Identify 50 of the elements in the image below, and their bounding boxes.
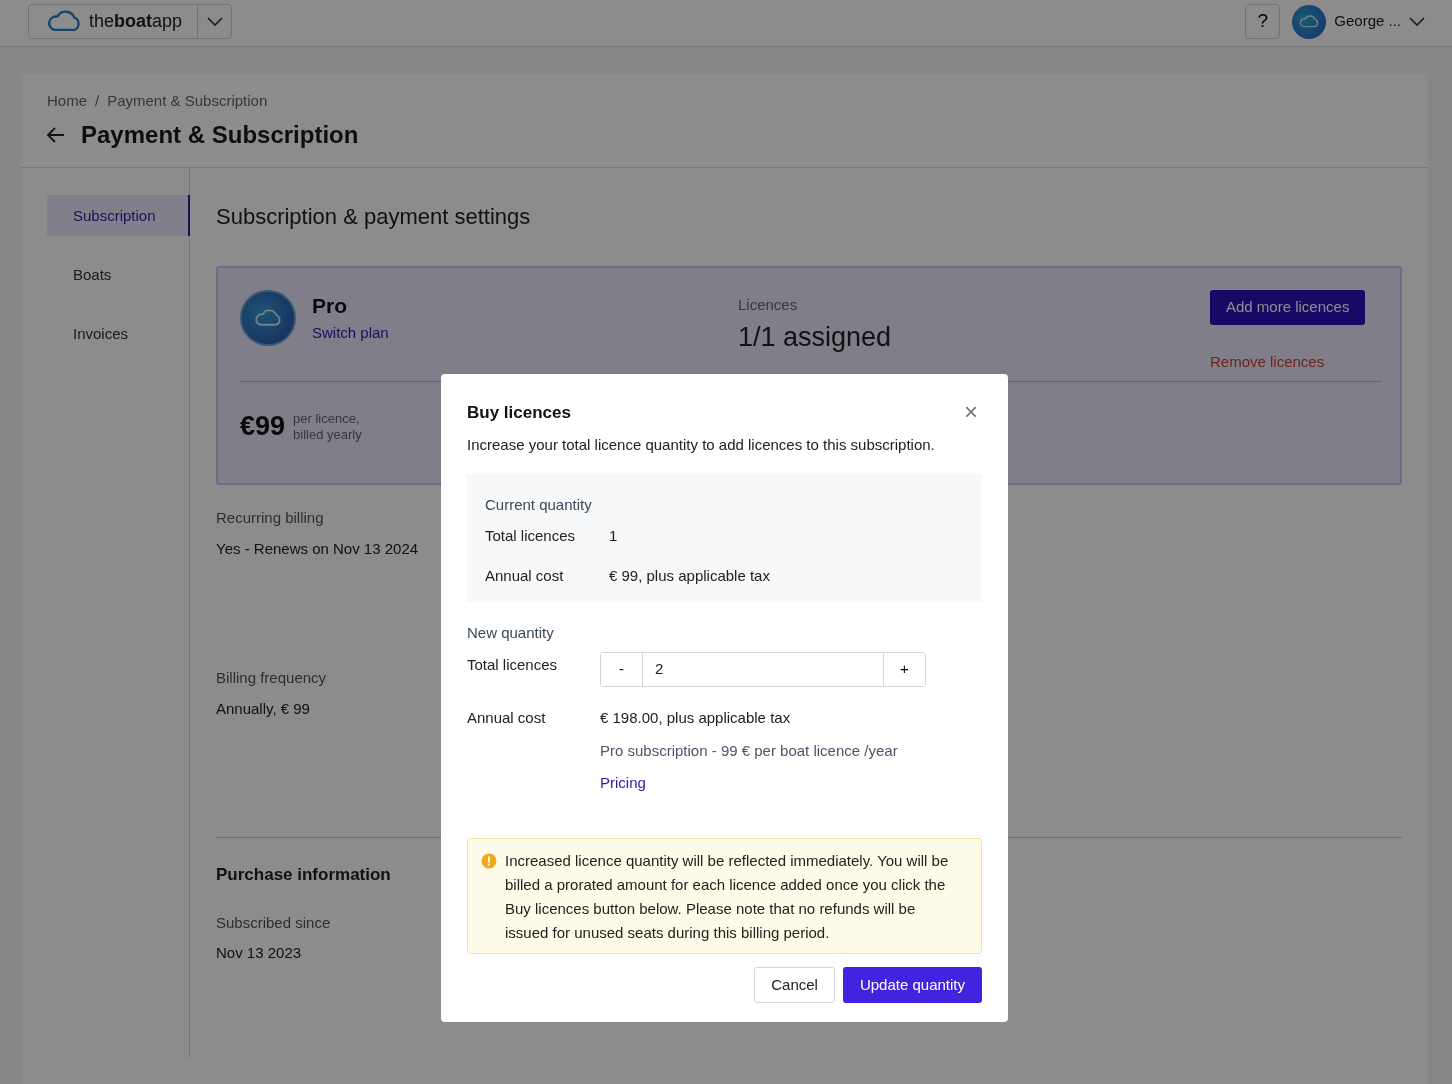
sidebar-item[interactable]: Boats	[47, 254, 190, 296]
pricing-link[interactable]: Pricing	[600, 772, 646, 795]
detail-label: Subscribed since	[216, 912, 331, 933]
help-button[interactable]: ?	[1245, 4, 1281, 39]
quantity-field[interactable]: 2	[642, 653, 884, 686]
detail-label: Recurring billing	[216, 508, 324, 529]
plan-logo-icon	[240, 290, 296, 347]
group-title: Current quantity	[485, 495, 593, 515]
plan-name: Pro	[312, 293, 348, 320]
breadcrumb-link[interactable]: Payment & Subscription	[107, 90, 268, 113]
section-heading: Purchase information	[216, 864, 391, 887]
dialog-title: Buy licences	[467, 402, 571, 424]
detail-value: Yes - Renews on Nov 13 2024	[216, 538, 419, 559]
cancel-button[interactable]: Cancel	[754, 966, 835, 1003]
update-quantity-button[interactable]: Update quantity	[842, 966, 982, 1003]
sidebar-item[interactable]: Subscription	[47, 195, 190, 237]
group-title: New quantity	[467, 622, 555, 643]
breadcrumb-separator: /	[95, 91, 100, 111]
licences-label: Licences	[738, 295, 799, 316]
price-note: billed yearly	[293, 426, 362, 443]
add-licences-button[interactable]: Add more licences	[1210, 290, 1366, 325]
dialog-description: Increase your total licence quantity to add licences to this subscription.	[467, 434, 936, 455]
row-label: Total licences	[467, 655, 559, 675]
cloud-logo-icon	[45, 10, 83, 33]
row-value: € 99, plus applicable tax	[609, 566, 770, 586]
row-label: Total licences	[485, 525, 577, 546]
logo-text: theboatapp	[89, 10, 183, 33]
avatar-icon	[1292, 4, 1327, 39]
warning-text: Increased licence quantity will be reflected immediately. You will be billed a prorated amount for each licence added once you click the Buy licences button below. Please note that no refunds will be issued for unused seats during this billing period.	[505, 850, 950, 943]
section-title: Subscription & payment settings	[216, 203, 532, 232]
sidebar-item[interactable]: Invoices	[47, 313, 190, 355]
chevron-down-icon[interactable]	[1409, 16, 1425, 27]
row-label: Annual cost	[485, 566, 565, 586]
row-label: Annual cost	[467, 708, 547, 728]
row-value: € 198.00, plus applicable tax	[600, 708, 791, 728]
price: €99	[240, 410, 286, 444]
detail-label: Billing frequency	[216, 668, 327, 689]
page-title: Payment & Subscription	[81, 120, 359, 150]
price-note: per licence,	[293, 410, 361, 427]
quantity-stepper[interactable]: - 2 +	[600, 652, 926, 687]
detail-value: Annually, € 99	[216, 698, 310, 719]
pricing-note: Pro subscription - 99 € per boat licence /year	[600, 740, 898, 761]
detail-value: Nov 13 2023	[216, 943, 302, 964]
user-name[interactable]: George ...	[1334, 10, 1401, 33]
licences-value: 1/1 assigned	[738, 320, 893, 354]
breadcrumb-link[interactable]: Home	[47, 90, 87, 113]
switch-plan-link[interactable]: Switch plan	[312, 323, 389, 341]
warning-icon	[481, 852, 497, 869]
back-arrow-icon[interactable]	[47, 126, 65, 143]
row-value: 1	[609, 525, 618, 546]
